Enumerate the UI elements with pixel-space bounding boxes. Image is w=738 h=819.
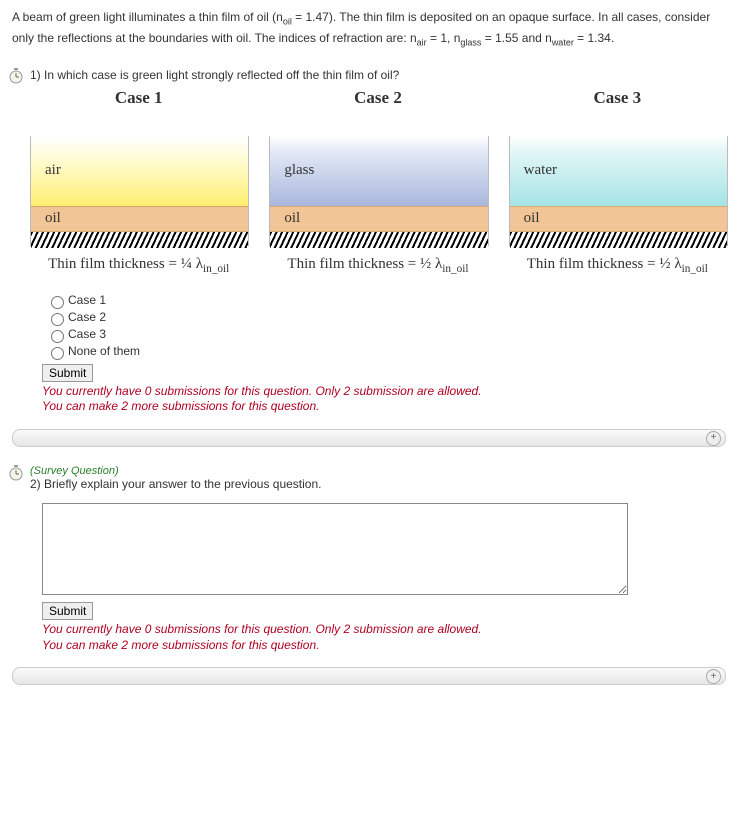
layer-label: glass	[284, 162, 314, 179]
stopwatch-icon	[8, 68, 24, 84]
layer-label: oil	[524, 210, 540, 227]
layer-substrate	[270, 232, 487, 248]
cases-row: Case 1 air oil Thin film thickness = ¼ λ…	[30, 88, 726, 275]
thickness-sub: in_oil	[682, 263, 708, 275]
thickness-label: Thin film thickness = ½ λin_oil	[509, 256, 726, 275]
layer-label: oil	[284, 210, 300, 227]
case-2: Case 2 glass oil Thin film thickness = ½…	[269, 88, 486, 275]
expand-icon[interactable]: +	[706, 669, 721, 684]
case-title: Case 3	[509, 88, 726, 108]
thickness-label: Thin film thickness = ¼ λin_oil	[30, 256, 247, 275]
thickness-text: Thin film thickness = ½ λ	[527, 256, 682, 272]
layer-label: oil	[45, 210, 61, 227]
answer-options: Case 1 Case 2 Case 3 None of them	[46, 293, 726, 360]
question-text: 2) Briefly explain your answer to the pr…	[30, 477, 726, 491]
layer-air: air	[31, 136, 248, 206]
sub-oil: oil	[283, 16, 292, 26]
option-label: Case 2	[68, 310, 106, 324]
intro-text: = 1.34.	[574, 31, 614, 45]
layer-substrate	[510, 232, 727, 248]
option-case1[interactable]: Case 1	[46, 293, 726, 309]
layer-oil: oil	[510, 206, 727, 232]
feedback-line: You can make 2 more submissions for this…	[42, 638, 319, 652]
feedback-line: You can make 2 more submissions for this…	[42, 399, 319, 413]
diagram: air oil	[30, 136, 249, 246]
intro-text: A beam of green light illuminates a thin…	[12, 10, 283, 24]
radio-none[interactable]	[51, 347, 64, 360]
thickness-label: Thin film thickness = ½ λin_oil	[269, 256, 486, 275]
radio-case3[interactable]	[51, 330, 64, 343]
case-title: Case 2	[269, 88, 486, 108]
feedback-line: You currently have 0 submissions for thi…	[42, 384, 482, 398]
option-label: Case 3	[68, 327, 106, 341]
case-title: Case 1	[30, 88, 247, 108]
layer-label: water	[524, 162, 557, 179]
diagram: water oil	[509, 136, 728, 246]
intro-text: = 1.55 and n	[481, 31, 551, 45]
problem-intro: A beam of green light illuminates a thin…	[12, 8, 726, 50]
layer-glass: glass	[270, 136, 487, 206]
sub-glass: glass	[460, 37, 481, 47]
thickness-text: Thin film thickness = ½ λ	[287, 256, 442, 272]
submit-button[interactable]: Submit	[42, 364, 93, 382]
stopwatch-icon	[8, 465, 24, 481]
option-label: None of them	[68, 344, 140, 358]
layer-oil: oil	[270, 206, 487, 232]
diagram: glass oil	[269, 136, 488, 246]
option-label: Case 1	[68, 293, 106, 307]
option-case2[interactable]: Case 2	[46, 310, 726, 326]
radio-case1[interactable]	[51, 296, 64, 309]
expand-icon[interactable]: +	[706, 431, 721, 446]
explanation-textarea[interactable]	[42, 503, 628, 595]
section-divider: +	[12, 429, 726, 447]
question-text: 1) In which case is green light strongly…	[30, 68, 726, 82]
layer-oil: oil	[31, 206, 248, 232]
option-case3[interactable]: Case 3	[46, 327, 726, 343]
thickness-text: Thin film thickness = ¼ λ	[48, 256, 203, 272]
intro-text: = 1, n	[427, 31, 461, 45]
case-3: Case 3 water oil Thin film thickness = ½…	[509, 88, 726, 275]
feedback-line: You currently have 0 submissions for thi…	[42, 622, 482, 636]
thickness-sub: in_oil	[203, 263, 229, 275]
sub-air: air	[417, 37, 427, 47]
submit-button[interactable]: Submit	[42, 602, 93, 620]
layer-substrate	[31, 232, 248, 248]
option-none[interactable]: None of them	[46, 344, 726, 360]
submission-feedback: You currently have 0 submissions for thi…	[42, 384, 726, 415]
section-divider: +	[12, 667, 726, 685]
submission-feedback: You currently have 0 submissions for thi…	[42, 622, 726, 653]
sub-water: water	[552, 37, 574, 47]
question-2: (Survey Question) 2) Briefly explain you…	[12, 465, 726, 653]
thickness-sub: in_oil	[442, 263, 468, 275]
radio-case2[interactable]	[51, 313, 64, 326]
survey-label: (Survey Question)	[30, 465, 726, 477]
case-1: Case 1 air oil Thin film thickness = ¼ λ…	[30, 88, 247, 275]
layer-water: water	[510, 136, 727, 206]
layer-label: air	[45, 162, 61, 179]
question-1: 1) In which case is green light strongly…	[12, 68, 726, 415]
